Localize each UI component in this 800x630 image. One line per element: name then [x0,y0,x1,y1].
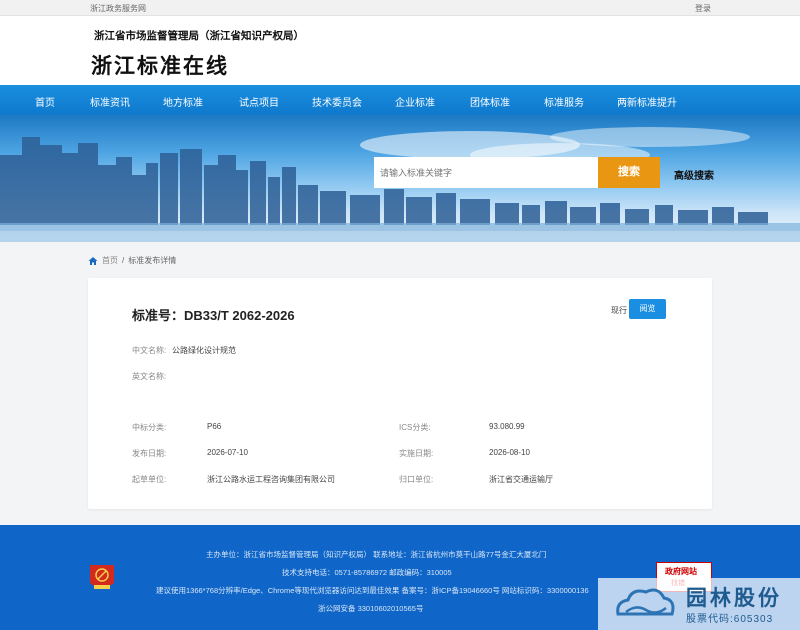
breadcrumb: 首页 / 标准发布详情 [88,255,176,266]
nav-group-standards[interactable]: 团体标准 [470,94,510,109]
breadcrumb-separator: / [122,256,125,265]
yuanlin-watermark: 园林股份 股票代码:605303 [598,578,800,630]
cn-name-value: 公路绿化设计规范 [172,346,236,355]
owner-value: 浙江省交通运输厅 [489,475,553,484]
owner-label: 归口单位: [399,475,434,484]
party-gov-badge-icon[interactable] [88,563,116,593]
search-input[interactable] [374,157,598,188]
org-name: 浙江省市场监督管理局（浙江省知识产权局） [94,30,304,42]
login-link[interactable]: 登录 [695,3,711,14]
main-nav: 首页 标准资讯 地方标准 试点项目 技术委员会 企业标准 团体标准 标准服务 两… [0,85,800,115]
find-error-line1: 政府网站 [665,567,697,576]
publish-date-label: 发布日期: [132,449,167,458]
en-name-label: 英文名称: [132,372,167,381]
nav-enterprise-standards[interactable]: 企业标准 [395,94,435,109]
ccs-label: 中标分类: [132,423,167,432]
home-icon [88,256,98,265]
standard-number: 标准号：DB33/T 2062-2026 [132,308,295,323]
cn-name-label: 中文名称: [132,346,167,355]
publish-date-value: 2026-07-10 [207,448,248,457]
watermark-stock-code: 股票代码:605303 [686,614,774,625]
footer-support-phone: 技术支持电话：0571-85786972 邮政编码：310005 [282,568,452,577]
read-button[interactable]: 阅览 [629,299,666,319]
ics-value: 93.080.99 [489,422,525,431]
watermark-company-name: 园林股份 [686,587,782,610]
top-utility-bar: 浙江政务服务网 登录 [0,0,800,16]
nav-tech-committee[interactable]: 技术委员会 [312,94,362,109]
nav-local-standards[interactable]: 地方标准 [163,94,203,109]
footer-browser-note: 建议使用1366*768分辨率/Edge、Chrome等现代浏览器访问达到最佳效… [156,586,589,595]
nav-standard-services[interactable]: 标准服务 [544,94,584,109]
yuanlin-logo-icon [616,588,675,616]
nav-home[interactable]: 首页 [35,94,55,109]
footer-police-record[interactable]: 浙公网安备 33010602010565号 [318,603,423,614]
status-badge: 现行 [611,306,627,315]
hero-banner: 搜索 高级搜索 [0,115,800,242]
advanced-search-link[interactable]: 高级搜索 [674,167,714,182]
site-header: 浙江省市场监督管理局（浙江省知识产权局） 浙江标准在线 [0,16,800,85]
footer-host-info: 主办单位：浙江省市场监督管理局（知识产权局） 联系地址：浙江省杭州市莫干山路77… [206,550,547,559]
nav-news[interactable]: 标准资讯 [90,94,130,109]
standard-detail-card: 标准号：DB33/T 2062-2026 现行 阅览 中文名称: 公路绿化设计规… [88,278,712,509]
ics-label: ICS分类: [399,423,431,432]
implement-date-label: 实施日期: [399,449,434,458]
nav-two-new-standards[interactable]: 两新标准提升 [617,94,677,109]
search-button[interactable]: 搜索 [598,157,660,188]
breadcrumb-current: 标准发布详情 [128,256,177,265]
nav-pilot-projects[interactable]: 试点项目 [239,94,279,109]
implement-date-value: 2026-08-10 [489,448,530,457]
ccs-value: P66 [207,422,222,431]
zj-gov-service-link[interactable]: 浙江政务服务网 [90,3,146,14]
site-title[interactable]: 浙江标准在线 [91,50,229,80]
drafter-value: 浙江公路水运工程咨询集团有限公司 [207,475,335,484]
drafter-label: 起草单位: [132,475,167,484]
breadcrumb-home[interactable]: 首页 [102,255,118,266]
